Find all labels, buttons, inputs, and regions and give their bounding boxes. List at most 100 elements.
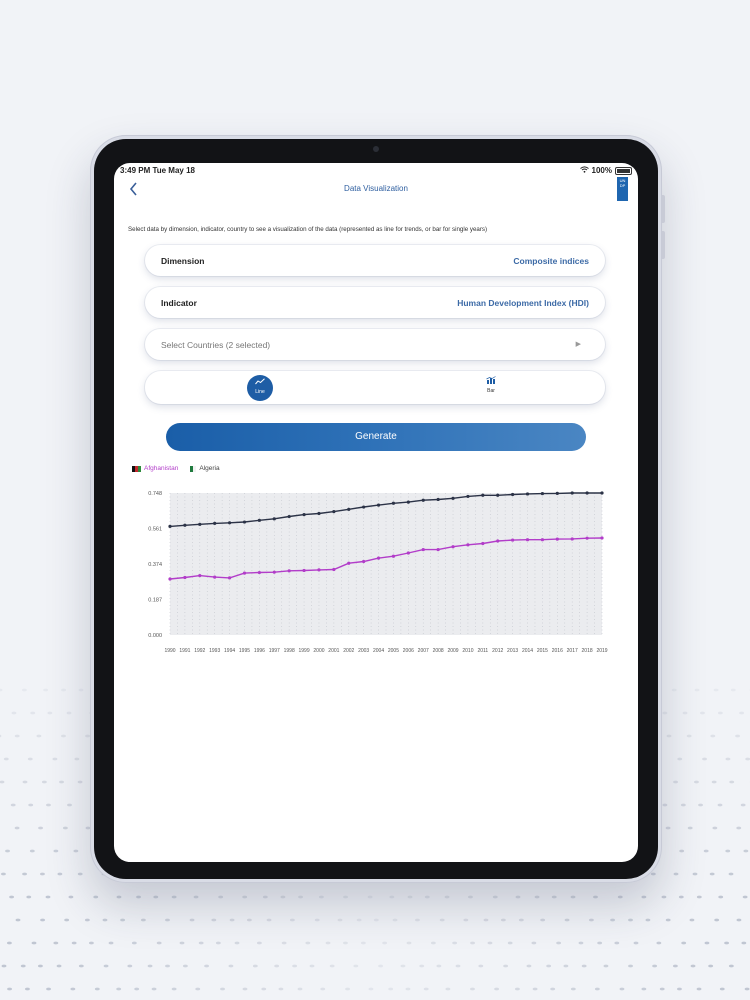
y-tick-label: 0.561 <box>148 527 162 533</box>
y-tick-label: 0.187 <box>148 598 162 604</box>
data-point-algeria <box>227 521 232 525</box>
data-point-afghanistan <box>436 547 440 552</box>
tablet-device: 3:49 PM Tue May 18 100% Data Visualizati… <box>90 135 665 883</box>
x-tick-label: 1993 <box>209 648 220 654</box>
data-point-afghanistan <box>198 573 202 578</box>
data-point-afghanistan <box>406 551 410 555</box>
data-point-algeria <box>555 491 559 495</box>
x-tick-label: 1995 <box>239 648 250 654</box>
data-point-afghanistan <box>287 569 291 573</box>
x-tick-label: 2017 <box>567 648 578 654</box>
chevron-right-icon: ▶ <box>575 341 581 348</box>
chart-legend: Afghanistan Algeria <box>132 465 220 472</box>
data-point-algeria <box>511 492 515 497</box>
x-tick-label: 1991 <box>179 648 190 654</box>
data-point-algeria <box>570 491 574 495</box>
undp-logo: UN DP <box>617 177 628 201</box>
indicator-value: Human Development Index (HDI) <box>457 298 589 308</box>
volume-button <box>662 231 665 259</box>
data-point-algeria <box>451 496 455 500</box>
data-point-algeria <box>242 520 247 524</box>
data-point-algeria <box>302 513 306 517</box>
countries-placeholder: Select Countries (2 selected) <box>161 340 271 350</box>
x-tick-label: 2007 <box>418 648 429 654</box>
battery-percent: 100% <box>591 166 612 175</box>
data-point-afghanistan <box>227 576 232 580</box>
generate-button[interactable]: Generate <box>166 423 586 451</box>
data-point-afghanistan <box>347 561 351 565</box>
data-point-algeria <box>347 507 351 511</box>
legend-afghanistan[interactable]: Afghanistan <box>144 465 178 472</box>
bar-option[interactable]: Bar <box>479 376 503 394</box>
data-point-afghanistan <box>570 537 574 541</box>
x-tick-label: 1992 <box>194 648 205 654</box>
app-screen: 3:49 PM Tue May 18 100% Data Visualizati… <box>114 163 638 862</box>
data-point-afghanistan <box>600 536 604 540</box>
wifi-icon <box>579 166 589 175</box>
x-tick-label: 2011 <box>477 648 488 654</box>
camera-icon <box>373 146 379 152</box>
x-tick-label: 1998 <box>284 648 295 654</box>
x-tick-label: 2018 <box>582 648 593 654</box>
data-point-algeria <box>168 524 172 529</box>
x-tick-label: 2015 <box>537 648 548 654</box>
data-point-afghanistan <box>376 556 381 560</box>
x-tick-label: 2019 <box>596 648 607 654</box>
data-point-algeria <box>466 494 470 499</box>
navigation-bar: Data Visualization UN DP <box>114 177 638 205</box>
data-point-afghanistan <box>317 568 321 572</box>
data-point-afghanistan <box>242 571 247 575</box>
tablet-bezel: 3:49 PM Tue May 18 100% Data Visualizati… <box>94 139 658 879</box>
data-point-algeria <box>213 521 217 525</box>
x-tick-label: 2014 <box>522 648 533 654</box>
data-point-algeria <box>272 517 276 521</box>
data-point-algeria <box>436 497 440 502</box>
x-tick-label: 1996 <box>254 648 265 654</box>
data-point-afghanistan <box>332 567 336 572</box>
indicator-selector[interactable]: Indicator Human Development Index (HDI) <box>145 287 605 318</box>
data-point-afghanistan <box>302 568 306 573</box>
data-point-afghanistan <box>481 541 485 546</box>
data-point-afghanistan <box>496 539 500 543</box>
x-tick-label: 2003 <box>358 648 369 654</box>
data-point-algeria <box>406 500 410 504</box>
x-tick-label: 1999 <box>299 648 310 654</box>
countries-selector[interactable]: Select Countries (2 selected) ▶ <box>145 329 605 360</box>
x-tick-label: 2004 <box>373 648 384 654</box>
data-point-afghanistan <box>466 543 470 547</box>
dimension-label: Dimension <box>161 256 205 266</box>
battery-icon <box>615 166 632 175</box>
data-point-algeria <box>525 492 530 496</box>
data-point-algeria <box>332 510 336 514</box>
data-point-afghanistan <box>257 570 261 575</box>
x-tick-label: 2006 <box>403 648 414 654</box>
status-time: 3:49 PM Tue May 18 <box>120 166 195 175</box>
data-point-algeria <box>481 493 485 497</box>
line-chart-icon <box>247 378 273 388</box>
data-point-algeria <box>183 523 187 527</box>
data-point-algeria <box>421 498 425 502</box>
data-point-algeria <box>376 503 381 507</box>
y-tick-label: 0.374 <box>148 562 162 568</box>
x-tick-label: 2000 <box>313 648 324 654</box>
data-point-afghanistan <box>540 538 545 542</box>
legend-algeria[interactable]: Algeria <box>199 465 219 472</box>
data-point-afghanistan <box>168 577 172 581</box>
data-point-afghanistan <box>391 554 396 558</box>
y-tick-label: 0.748 <box>148 491 162 497</box>
data-point-algeria <box>496 493 500 497</box>
data-point-afghanistan <box>585 536 589 540</box>
intro-text: Select data by dimension, indicator, cou… <box>128 226 488 233</box>
data-point-algeria <box>257 518 261 522</box>
data-point-afghanistan <box>183 575 187 580</box>
x-tick-label: 1994 <box>224 648 235 654</box>
volume-button <box>662 195 665 223</box>
data-point-algeria <box>317 511 321 516</box>
data-point-algeria <box>198 522 202 526</box>
line-option[interactable]: Line <box>247 375 273 401</box>
chart-type-toggle: Line Bar <box>145 371 605 404</box>
x-tick-label: 2016 <box>552 648 563 654</box>
data-point-afghanistan <box>525 538 530 542</box>
x-tick-label: 2013 <box>507 648 518 654</box>
dimension-selector[interactable]: Dimension Composite indices <box>145 245 605 276</box>
